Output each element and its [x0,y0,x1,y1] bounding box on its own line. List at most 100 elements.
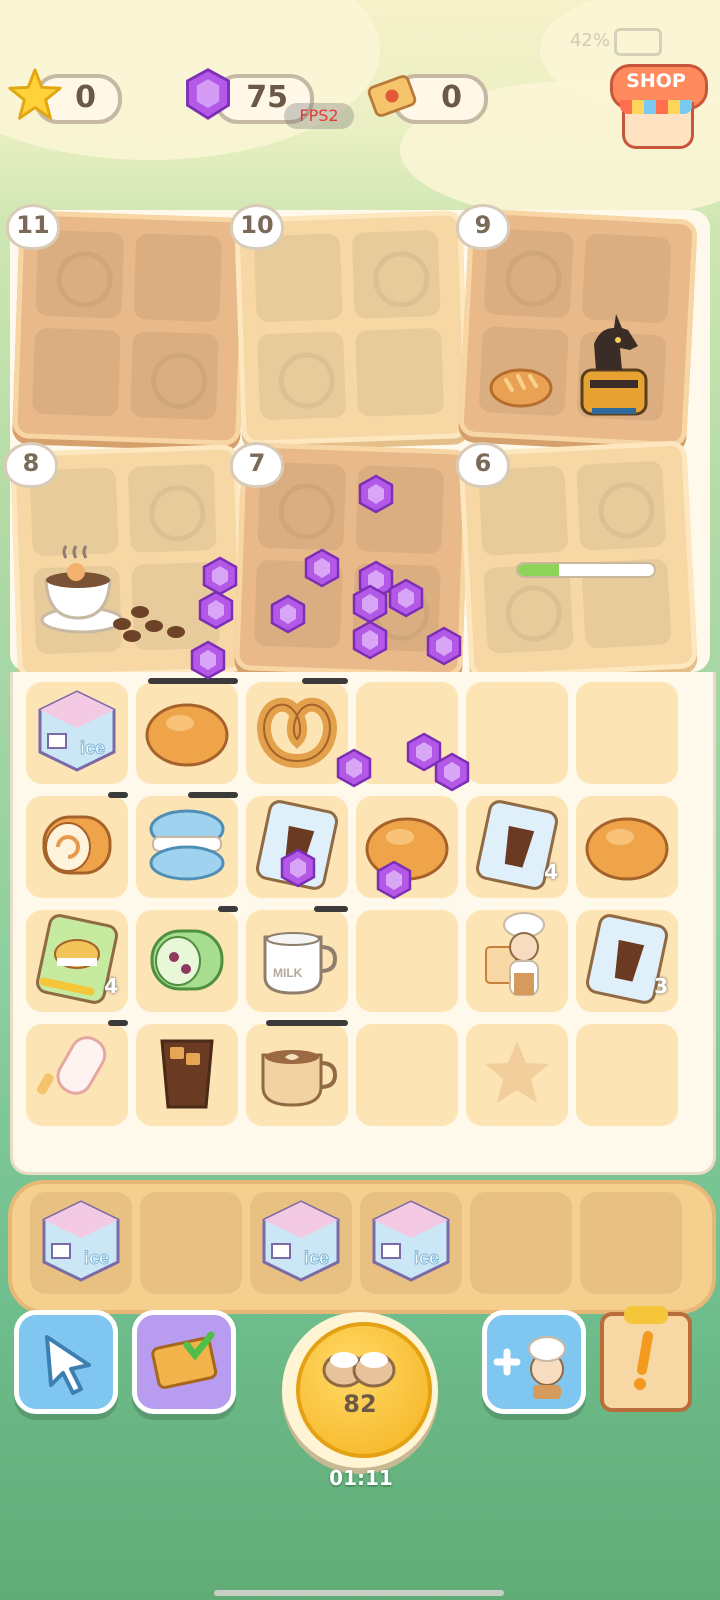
grid-slot[interactable] [246,678,348,784]
recipe-book-button[interactable] [132,1310,236,1414]
add-chef-button[interactable] [482,1310,586,1414]
item-count: 4 [544,860,558,884]
grid-slot[interactable] [466,682,568,784]
battery-percent: 42% [569,30,610,51]
grid-slot[interactable] [576,1024,678,1126]
gem-icon [304,548,340,588]
svg-text:ice: ice [304,1248,329,1268]
svg-text:MILK: MILK [273,966,303,980]
crate-level-badge: 8 [4,442,58,488]
bread-loaf-icon [489,368,553,408]
grid-slot[interactable]: 4 [466,796,568,898]
svg-text:ice: ice [80,738,105,758]
popsicle-icon[interactable] [36,1031,117,1119]
storage-slot[interactable]: ice [250,1192,352,1294]
storage-slot[interactable]: ice [360,1192,462,1294]
ice-machine-icon[interactable]: ice [256,1196,346,1290]
coffee-beans-icon [113,606,185,642]
grid-slot[interactable] [466,910,568,1012]
cursor-icon [45,1335,91,1395]
gem-icon [388,578,424,618]
iced-coffee-icon[interactable] [152,1031,222,1119]
crate-level-badge: 7 [230,442,284,488]
grid-slot[interactable] [576,796,678,898]
swiss-roll-icon[interactable] [34,807,120,887]
crate-level-badge: 9 [456,204,510,250]
grid-slot[interactable] [136,906,238,1012]
grid-slot[interactable] [136,1024,238,1126]
pretzel-icon[interactable] [249,691,345,775]
cream-puff-icon [322,1352,396,1388]
exclamation-icon [634,1331,653,1390]
cooldown-bar [108,792,128,798]
produce-button[interactable]: 82 [282,1312,438,1468]
gem-icon [190,640,226,680]
crate-6-progress-bar [516,562,656,578]
quest-clipboard-button[interactable] [600,1306,692,1412]
grid-slot[interactable] [356,1024,458,1126]
ice-machine-icon[interactable]: ice [36,1196,126,1290]
cooldown-bar [188,792,238,798]
item-count: 3 [654,974,668,998]
gem-icon [270,594,306,634]
macaron-icon[interactable] [145,805,229,889]
svg-text:ice: ice [84,1248,109,1268]
storage-slot[interactable]: ice [30,1192,132,1294]
milk-icon[interactable]: MILK [255,919,339,1003]
add-chef-icon [493,1336,566,1399]
gem-icon [358,474,394,514]
grid-slot[interactable]: ice [26,682,128,784]
matcha-roll-icon[interactable] [144,921,230,1001]
ticket-icon [367,75,417,117]
grid-slot[interactable] [576,682,678,784]
grid-slot[interactable]: 4 [26,910,128,1012]
gem-icon [280,848,316,888]
star-slot-icon[interactable] [477,1033,557,1117]
grid-slot[interactable] [136,792,238,898]
bun-icon[interactable] [582,807,672,887]
gem-icon [198,590,234,630]
gem-icon [352,584,388,624]
ice-machine-icon[interactable]: ice [32,686,122,780]
shop-label: SHOP [626,70,686,92]
home-indicator[interactable] [214,1590,504,1596]
storage-slot[interactable] [580,1192,682,1294]
grid-slot[interactable] [26,792,128,898]
battery-icon [614,28,662,56]
cooldown-bar [218,906,238,912]
storage-slot[interactable] [140,1192,242,1294]
select-cursor-button[interactable] [14,1310,118,1414]
gem-icon [352,620,388,660]
grid-slot[interactable] [466,1024,568,1126]
svg-text:ice: ice [414,1248,439,1268]
cooldown-bar [314,906,348,912]
grid-slot[interactable] [246,1020,348,1126]
storage-slot[interactable] [470,1192,572,1294]
grid-slot[interactable] [356,910,458,1012]
cooldown-bar [302,678,348,684]
gem-icon [376,860,412,900]
gem-icon [426,626,462,666]
chef-icon[interactable] [482,911,552,1011]
ice-machine-icon[interactable]: ice [366,1196,456,1290]
gem-count: 75 [246,80,288,115]
grid-slot[interactable]: MILK [246,906,348,1012]
gem-icon [336,748,372,788]
bun-icon[interactable] [142,693,232,773]
produce-timer: 01:11 [329,1466,393,1490]
produce-count: 82 [343,1390,377,1418]
star-icon [8,68,62,120]
fps-label: FPS2 [284,103,354,129]
anubis-statue-icon [580,314,648,416]
grid-slot[interactable] [136,678,238,784]
gem-icon [186,68,230,120]
gem-icon [434,752,470,792]
cooldown-bar [108,1020,128,1026]
grid-slot[interactable] [26,1020,128,1126]
grid-slot[interactable]: 3 [576,910,678,1012]
latte-icon[interactable] [255,1033,339,1117]
item-count: 4 [104,974,118,998]
shop-button[interactable]: SHOP [610,64,708,150]
crate-level-badge: 10 [230,204,284,250]
ticket-count: 0 [441,80,462,115]
